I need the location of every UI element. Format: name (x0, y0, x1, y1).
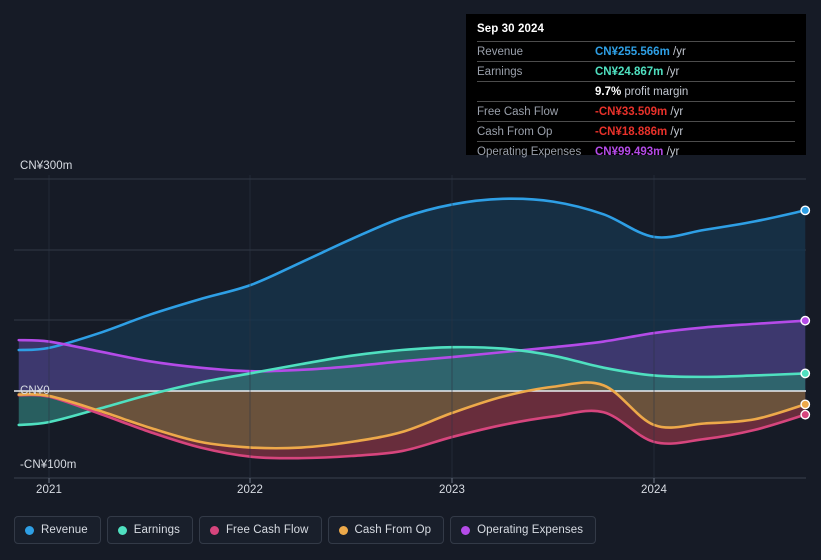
tooltip-row: Operating Expenses CN¥99.493m /yr (477, 141, 795, 161)
tooltip-row-label: Free Cash Flow (477, 101, 595, 122)
tooltip-row-value: 9.7% profit margin (595, 81, 795, 102)
endpoint-marker-operating-expenses (800, 315, 811, 326)
tooltip-row-value: -CN¥18.886m /yr (595, 121, 795, 142)
tooltip-row-label: Operating Expenses (477, 141, 595, 161)
legend-color-dot-icon (209, 525, 219, 535)
tooltip-row-label: Revenue (477, 41, 595, 62)
legend-item-label: Operating Expenses (477, 524, 584, 536)
tooltip-row-value: CN¥255.566m /yr (595, 41, 795, 62)
tooltip-row-label: Earnings (477, 61, 595, 82)
endpoint-marker-revenue (800, 205, 811, 216)
legend-color-dot-icon (338, 525, 348, 535)
tooltip-value-unit: /yr (663, 66, 680, 78)
legend-color-dot-icon (117, 525, 127, 535)
x-axis-label: 2024 (641, 484, 667, 496)
tooltip-value-number: 9.7% (595, 86, 622, 98)
y-axis-label: CN¥0 (20, 385, 50, 397)
tooltip-row-value: CN¥99.493m /yr (595, 141, 795, 161)
tooltip-date: Sep 30 2024 (477, 23, 544, 35)
tooltip-value-number: -CN¥18.886m (595, 126, 668, 138)
legend-item-label: Cash From Op (354, 524, 432, 536)
tooltip-value-number: CN¥255.566m (595, 46, 670, 58)
tooltip-row: Earnings CN¥24.867m /yr (477, 61, 795, 82)
legend-color-dot-icon (25, 525, 34, 535)
data-tooltip: Sep 30 2024 Revenue CN¥255.566m /yr Earnin… (466, 14, 806, 161)
chart-legend: Revenue Earnings Free Cash Flow Cash From O… (14, 516, 597, 544)
tooltip-row-label (477, 81, 595, 102)
tooltip-row-value: CN¥24.867m /yr (595, 61, 795, 82)
tooltip-value-unit: /yr (669, 46, 686, 58)
tooltip-value-unit: /yr (663, 146, 680, 158)
tooltip-row: Cash From Op -CN¥18.886m /yr (477, 121, 795, 142)
tooltip-row: Free Cash Flow -CN¥33.509m /yr (477, 101, 795, 122)
tooltip-value-unit: profit margin (621, 86, 689, 98)
legend-item-revenue[interactable]: Revenue (14, 516, 101, 544)
tooltip-value-unit: /yr (667, 106, 684, 118)
endpoint-marker-cash-from-op (800, 399, 811, 410)
legend-item-earnings[interactable]: Earnings (106, 516, 193, 544)
legend-item-label: Earnings (133, 524, 180, 536)
legend-item-operating-expenses[interactable]: Operating Expenses (450, 516, 597, 544)
x-axis-label: 2023 (439, 484, 465, 496)
financial-area-chart: CN¥300m CN¥0 -CN¥100m 2021 2022 2023 2024 Sep… (0, 0, 821, 560)
tooltip-value-number: CN¥24.867m (595, 66, 664, 78)
legend-item-label: Revenue (41, 524, 88, 536)
endpoint-marker-free-cash-flow (800, 409, 811, 420)
tooltip-row-value: -CN¥33.509m /yr (595, 101, 795, 122)
x-axis-label: 2021 (36, 484, 62, 496)
tooltip-row: 9.7% profit margin (477, 81, 795, 102)
tooltip-value-number: -CN¥33.509m (595, 106, 668, 118)
y-axis-label: -CN¥100m (20, 459, 77, 471)
legend-item-free-cash-flow[interactable]: Free Cash Flow (198, 516, 322, 544)
legend-color-dot-icon (461, 525, 471, 535)
legend-item-label: Free Cash Flow (225, 524, 309, 536)
tooltip-row-label: Cash From Op (477, 121, 595, 142)
endpoint-marker-earnings (800, 368, 811, 379)
legend-item-cash-from-op[interactable]: Cash From Op (327, 516, 445, 544)
tooltip-row: Revenue CN¥255.566m /yr (477, 41, 795, 62)
tooltip-table: Revenue CN¥255.566m /yr Earnings CN¥24.867m… (477, 41, 795, 161)
y-axis-label: CN¥300m (20, 160, 73, 172)
tooltip-value-number: CN¥99.493m (595, 146, 664, 158)
tooltip-value-unit: /yr (667, 126, 684, 138)
x-axis-label: 2022 (237, 484, 263, 496)
